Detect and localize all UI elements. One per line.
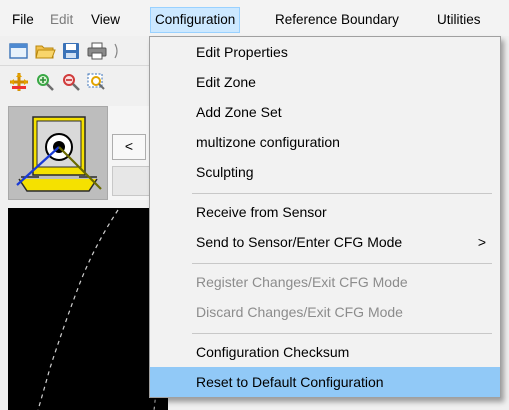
menu-item-send-to-sensor[interactable]: Send to Sensor/Enter CFG Mode > (150, 227, 500, 257)
menu-item-reset-to-default[interactable]: Reset to Default Configuration (150, 367, 500, 397)
zoom-in-icon[interactable] (34, 72, 56, 92)
toolbar-file (0, 36, 160, 66)
boundary-plot (37, 209, 161, 410)
menu-item-label: Configuration Checksum (196, 344, 350, 360)
menu-item-label: Send to Sensor/Enter CFG Mode (196, 234, 403, 250)
save-icon[interactable] (60, 41, 82, 61)
previous-button[interactable]: < (112, 134, 146, 160)
menu-item-edit-zone[interactable]: Edit Zone (150, 67, 500, 97)
menu-file[interactable]: File (12, 8, 34, 32)
menu-item-register-changes[interactable]: Register Changes/Exit CFG Mode (150, 267, 500, 297)
menu-item-receive-from-sensor[interactable]: Receive from Sensor (150, 197, 500, 227)
zoom-out-icon[interactable] (60, 72, 82, 92)
menu-view[interactable]: View (91, 8, 120, 32)
menu-item-label: Receive from Sensor (196, 204, 327, 220)
menu-bar: File Edit View Configuration Reference B… (0, 0, 509, 36)
menu-utilities[interactable]: Utilities (437, 8, 481, 32)
configuration-menu: Edit Properties Edit Zone Add Zone Set m… (149, 36, 501, 398)
menu-item-label: multizone configuration (196, 134, 340, 150)
navigator-field[interactable] (112, 166, 152, 196)
menu-reference-boundary[interactable]: Reference Boundary (275, 8, 399, 32)
sensor-canvas[interactable] (8, 208, 168, 410)
menu-separator (192, 193, 492, 194)
menu-item-label: Register Changes/Exit CFG Mode (196, 274, 408, 290)
menu-item-label: Reset to Default Configuration (196, 374, 384, 390)
menu-item-label: Discard Changes/Exit CFG Mode (196, 304, 403, 320)
zoom-window-icon[interactable] (86, 72, 108, 92)
toolbar-divider-icon (112, 41, 122, 61)
menu-item-multizone-configuration[interactable]: multizone configuration (150, 127, 500, 157)
menu-configuration[interactable]: Configuration (150, 7, 241, 33)
sensor-preview-panel[interactable] (8, 106, 108, 200)
menu-item-label: Add Zone Set (196, 104, 282, 120)
menu-edit[interactable]: Edit (50, 8, 73, 32)
move-tool-icon[interactable] (8, 72, 30, 92)
toolbar-view (0, 66, 160, 98)
menu-item-label: Sculpting (196, 164, 254, 180)
print-icon[interactable] (86, 41, 108, 61)
menu-item-sculpting[interactable]: Sculpting (150, 157, 500, 187)
menu-separator (192, 333, 492, 334)
submenu-arrow-icon: > (477, 234, 486, 250)
menu-item-discard-changes[interactable]: Discard Changes/Exit CFG Mode (150, 297, 500, 327)
new-file-icon[interactable] (8, 41, 30, 61)
menu-separator (192, 263, 492, 264)
menu-item-edit-properties[interactable]: Edit Properties (150, 37, 500, 67)
open-folder-icon[interactable] (34, 41, 56, 61)
sensor-icon (16, 116, 102, 192)
menu-item-add-zone-set[interactable]: Add Zone Set (150, 97, 500, 127)
menu-item-configuration-checksum[interactable]: Configuration Checksum (150, 337, 500, 367)
menu-item-label: Edit Properties (196, 44, 288, 60)
menu-item-label: Edit Zone (196, 74, 256, 90)
